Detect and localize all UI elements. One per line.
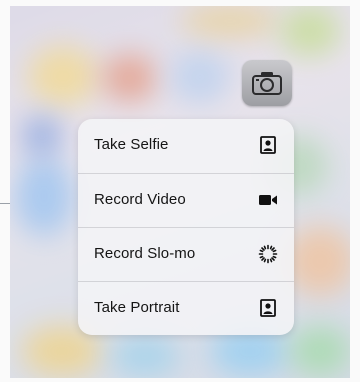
- menu-item-take-selfie[interactable]: Take Selfie: [78, 119, 294, 173]
- screenshot-frame: Take Selfie Record Video Record Slo-mo T…: [0, 0, 360, 382]
- menu-item-label: Record Video: [94, 191, 186, 208]
- menu-item-label: Take Portrait: [94, 299, 180, 316]
- selfie-portrait-icon: [260, 136, 276, 154]
- camera-icon: [252, 72, 282, 95]
- quick-actions-menu: Take Selfie Record Video Record Slo-mo T…: [78, 119, 294, 335]
- menu-item-take-portrait[interactable]: Take Portrait: [78, 281, 294, 335]
- camera-app-icon[interactable]: [242, 60, 292, 106]
- portrait-icon: [260, 299, 276, 317]
- menu-item-record-video[interactable]: Record Video: [78, 173, 294, 228]
- video-camera-icon: [259, 195, 277, 205]
- slo-mo-icon: [258, 244, 278, 264]
- menu-item-label: Record Slo-mo: [94, 245, 196, 262]
- menu-item-label: Take Selfie: [94, 136, 169, 153]
- menu-item-record-slo-mo[interactable]: Record Slo-mo: [78, 227, 294, 282]
